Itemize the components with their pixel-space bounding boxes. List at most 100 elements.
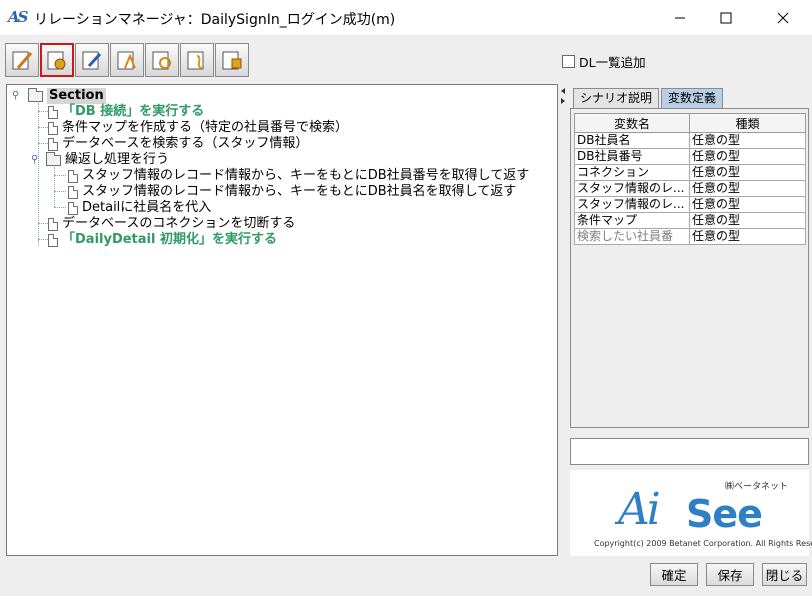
tree-line bbox=[38, 111, 48, 112]
folder-icon bbox=[28, 87, 43, 102]
close-icon bbox=[777, 12, 789, 23]
toolbar-edit-button[interactable] bbox=[5, 43, 39, 77]
variable-type-cell: 任意の型 bbox=[689, 180, 806, 197]
toolbar-settings-button[interactable] bbox=[40, 43, 74, 77]
table-row[interactable]: DB社員名 任意の型 bbox=[574, 132, 806, 149]
edit-pencil-icon bbox=[12, 51, 33, 70]
variable-name-cell: スタッフ情報のレ... bbox=[574, 180, 690, 197]
toolbar-refresh-button[interactable] bbox=[145, 43, 179, 77]
refresh-icon bbox=[152, 51, 171, 70]
document-icon bbox=[48, 233, 58, 247]
variable-name-cell: 検索したい社員番 bbox=[574, 228, 690, 245]
settings-gear-icon bbox=[47, 51, 66, 70]
tree-root-section[interactable]: ⚲ Section bbox=[12, 87, 106, 104]
collapse-left-icon[interactable] bbox=[559, 86, 567, 106]
table-row[interactable]: 検索したい社員番 任意の型 bbox=[574, 228, 806, 245]
toolbar-script-button[interactable] bbox=[180, 43, 214, 77]
tree-item[interactable]: 条件マップを作成する（特定の社員番号で検索） bbox=[48, 120, 348, 136]
table-row[interactable]: DB社員番号 任意の型 bbox=[574, 148, 806, 165]
tree-line bbox=[54, 167, 55, 207]
table-row[interactable]: 条件マップ 任意の型 bbox=[574, 212, 806, 229]
tree-item-label: スタッフ情報のレコード情報から、キーをもとにDB社員名を取得して返す bbox=[82, 184, 517, 199]
tree-line bbox=[38, 127, 48, 128]
tree-root-label: Section bbox=[47, 88, 106, 104]
dl-list-add-option[interactable]: DL一覧追加 bbox=[562, 52, 646, 71]
compass-icon bbox=[117, 51, 136, 70]
right-panel-tabs: シナリオ説明 変数定義 bbox=[573, 88, 725, 108]
brand-logo-panel: ㈱ベータネット Ai See Copyright(c) 2009 Betanet… bbox=[570, 470, 812, 556]
tree-item-loop[interactable]: ⚲ 繰返し処理を行う bbox=[31, 151, 170, 168]
confirm-button[interactable]: 確定 bbox=[650, 563, 698, 586]
tree-item-label: スタッフ情報のレコード情報から、キーをもとにDB社員番号を取得して返す bbox=[82, 168, 530, 183]
save-button[interactable]: 保存 bbox=[706, 563, 754, 586]
variable-name-cell: DB社員名 bbox=[574, 132, 690, 149]
variable-type-cell: 任意の型 bbox=[689, 212, 806, 229]
document-icon bbox=[48, 137, 58, 151]
table-row[interactable]: スタッフ情報のレ... 任意の型 bbox=[574, 180, 806, 197]
variable-type-cell: 任意の型 bbox=[689, 164, 806, 181]
close-button[interactable] bbox=[760, 0, 806, 35]
toolbar-export-button[interactable] bbox=[215, 43, 249, 77]
tree-item[interactable]: 「DailyDetail 初期化」を実行する bbox=[48, 232, 277, 248]
minimize-button[interactable] bbox=[657, 0, 703, 35]
document-icon bbox=[68, 185, 78, 199]
folder-icon bbox=[46, 151, 61, 166]
close-dialog-button[interactable]: 閉じる bbox=[762, 563, 807, 586]
column-header-name[interactable]: 変数名 bbox=[574, 113, 690, 133]
dl-list-add-checkbox[interactable] bbox=[562, 55, 575, 68]
minimize-icon bbox=[675, 17, 685, 18]
variable-definition-panel: 変数名 種類 DB社員名 任意の型 DB社員番号 任意の型 コネクション 任意の型 ス… bbox=[570, 108, 809, 428]
tree-item[interactable]: データベースを検索する（スタッフ情報） bbox=[48, 136, 308, 152]
expand-toggle-icon[interactable]: ⚲ bbox=[31, 155, 41, 165]
tree-line bbox=[38, 143, 48, 144]
tree-line bbox=[54, 191, 66, 192]
tree-item[interactable]: スタッフ情報のレコード情報から、キーをもとにDB社員番号を取得して返す bbox=[68, 168, 529, 184]
variable-name-cell: スタッフ情報のレ... bbox=[574, 196, 690, 213]
toolbar-compass-button[interactable] bbox=[110, 43, 144, 77]
variable-name-cell: コネクション bbox=[574, 164, 690, 181]
panel-splitter[interactable] bbox=[558, 84, 566, 556]
description-input[interactable] bbox=[570, 438, 809, 465]
title-bar: AS リレーションマネージャ：DailySignIn_ログイン成功(m) bbox=[0, 0, 812, 35]
document-icon bbox=[48, 105, 58, 119]
export-icon bbox=[222, 51, 242, 70]
variable-type-cell: 任意の型 bbox=[689, 132, 806, 149]
document-icon bbox=[48, 121, 58, 135]
tree-item-label: 繰返し処理を行う bbox=[65, 152, 170, 167]
variable-type-cell: 任意の型 bbox=[689, 148, 806, 165]
tree-item-label: 「DailyDetail 初期化」を実行する bbox=[62, 232, 277, 247]
table-header-row: 変数名 種類 bbox=[574, 113, 806, 133]
logo-see-text: See bbox=[686, 492, 763, 536]
variable-type-cell: 任意の型 bbox=[689, 196, 806, 213]
logo-ai-text: Ai bbox=[618, 484, 661, 535]
maximize-icon bbox=[720, 12, 732, 23]
variable-table: 変数名 種類 DB社員名 任意の型 DB社員番号 任意の型 コネクション 任意の型 ス… bbox=[574, 113, 806, 245]
column-header-type[interactable]: 種類 bbox=[689, 113, 806, 133]
tree-line bbox=[38, 239, 48, 240]
table-row[interactable]: スタッフ情報のレ... 任意の型 bbox=[574, 196, 806, 213]
dl-list-add-label: DL一覧追加 bbox=[579, 55, 646, 70]
tree-item[interactable]: スタッフ情報のレコード情報から、キーをもとにDB社員名を取得して返す bbox=[68, 184, 516, 200]
tree-line bbox=[54, 175, 66, 176]
tab-scenario-description[interactable]: シナリオ説明 bbox=[573, 88, 660, 108]
expand-toggle-icon[interactable]: ⚲ bbox=[12, 91, 22, 101]
scenario-tree[interactable]: ⚲ Section 「DB 接続」を実行する 条件マップを作成する（特定の社員番… bbox=[6, 84, 558, 556]
tree-item-label: データベースを検索する（スタッフ情報） bbox=[62, 136, 309, 151]
tree-item[interactable]: 「DB 接続」を実行する bbox=[48, 104, 204, 120]
tab-variable-definition[interactable]: 変数定義 bbox=[661, 88, 724, 108]
document-icon bbox=[48, 217, 58, 231]
toolbar-pen-button[interactable] bbox=[75, 43, 109, 77]
variable-name-cell: 条件マップ bbox=[574, 212, 690, 229]
tree-item-label: 条件マップを作成する（特定の社員番号で検索） bbox=[62, 120, 349, 135]
table-row[interactable]: コネクション 任意の型 bbox=[574, 164, 806, 181]
document-icon bbox=[68, 201, 78, 215]
tree-item[interactable]: Detailに社員名を代入 bbox=[68, 200, 211, 216]
window-title: リレーションマネージャ：DailySignIn_ログイン成功(m) bbox=[34, 12, 396, 28]
document-icon bbox=[68, 169, 78, 183]
variable-type-cell: 任意の型 bbox=[689, 228, 806, 245]
maximize-button[interactable] bbox=[703, 0, 749, 35]
tree-item[interactable]: データベースのコネクションを切断する bbox=[48, 216, 295, 232]
logo-company-name: ㈱ベータネット bbox=[725, 482, 789, 492]
tree-item-label: データベースのコネクションを切断する bbox=[62, 216, 296, 231]
tree-line bbox=[54, 207, 66, 208]
